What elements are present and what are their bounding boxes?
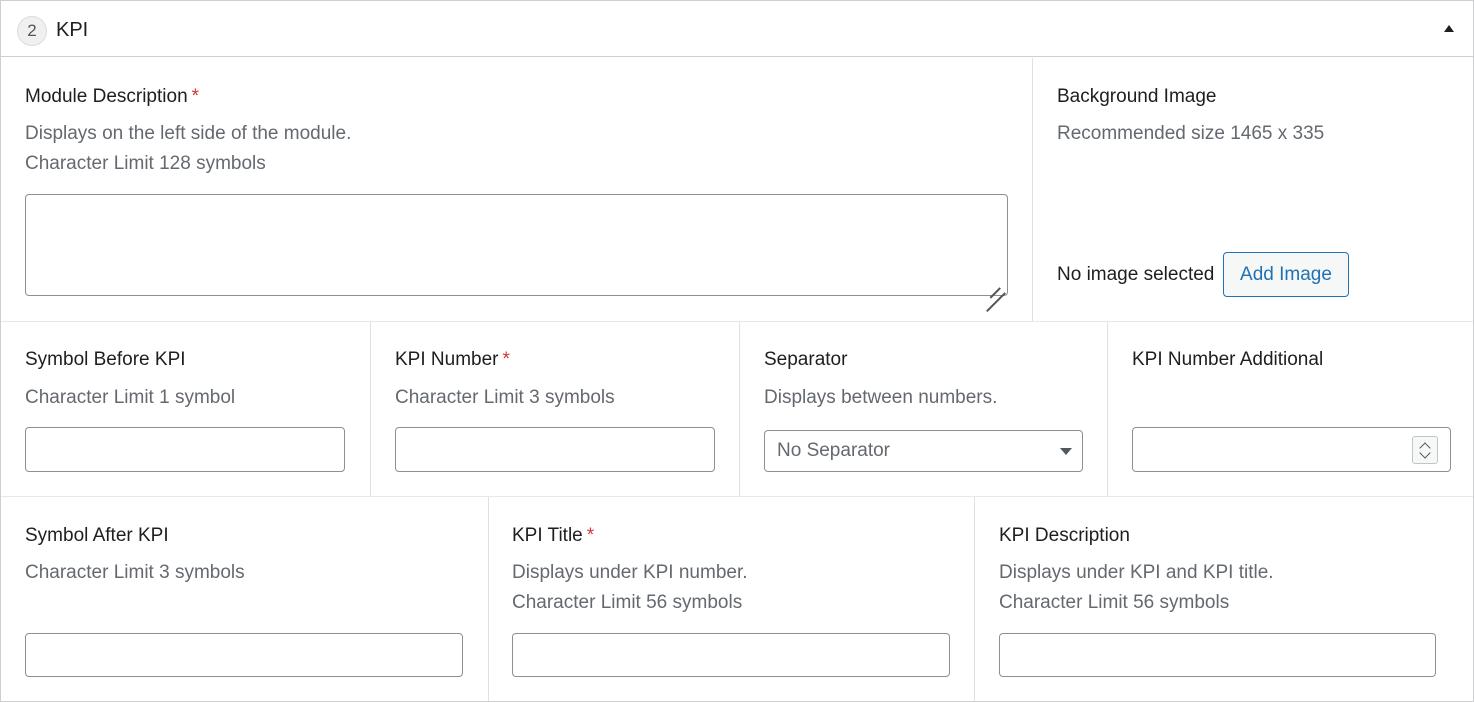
- background-image-label: Background Image: [1057, 86, 1217, 107]
- kpi-title-help-2: Character Limit 56 symbols: [512, 592, 743, 613]
- dropdown-arrow-icon: [1060, 448, 1072, 455]
- required-marker: *: [586, 525, 595, 546]
- add-image-button[interactable]: Add Image: [1223, 252, 1349, 297]
- number-spinner[interactable]: [1412, 436, 1438, 464]
- section-number-badge: 2: [17, 16, 47, 46]
- separator-select[interactable]: No Separator: [764, 430, 1083, 472]
- separator-selected-value: No Separator: [777, 440, 891, 461]
- separator-field: Separator Displays between numbers. No S…: [740, 322, 1107, 496]
- kpi-description-label: KPI Description: [999, 525, 1130, 546]
- module-description-label: Module Description *: [25, 85, 199, 109]
- required-marker: *: [191, 86, 200, 107]
- image-status-text: No image selected: [1057, 264, 1215, 285]
- kpi-title-help-1: Displays under KPI number.: [512, 562, 748, 583]
- module-description-label-text: Module Description: [25, 86, 188, 107]
- section-header[interactable]: 2 KPI: [1, 1, 1473, 57]
- kpi-number-label-text: KPI Number: [395, 349, 499, 370]
- background-image-help: Recommended size 1465 x 335: [1057, 123, 1325, 144]
- collapse-arrow-icon[interactable]: [1439, 19, 1459, 39]
- symbol-after-input[interactable]: [25, 633, 463, 677]
- kpi-number-additional-input[interactable]: [1132, 427, 1451, 472]
- module-description-help-2: Character Limit 128 symbols: [25, 153, 266, 174]
- separator-label: Separator: [764, 349, 848, 370]
- kpi-title-label-text: KPI Title: [512, 525, 583, 546]
- kpi-title-input[interactable]: [512, 633, 950, 677]
- kpi-description-help-1: Displays under KPI and KPI title.: [999, 562, 1274, 583]
- section-title: KPI: [56, 19, 89, 41]
- symbol-after-label: Symbol After KPI: [25, 525, 169, 546]
- kpi-title-label: KPI Title *: [512, 524, 594, 548]
- kpi-description-field: KPI Description Displays under KPI and K…: [975, 497, 1473, 701]
- symbol-after-field: Symbol After KPI Character Limit 3 symbo…: [1, 497, 488, 701]
- symbol-before-label: Symbol Before KPI: [25, 349, 186, 370]
- kpi-number-field: KPI Number * Character Limit 3 symbols: [371, 322, 739, 496]
- symbol-before-help: Character Limit 1 symbol: [25, 387, 236, 408]
- required-marker: *: [502, 349, 510, 370]
- background-image-field: Background Image Recommended size 1465 x…: [1033, 58, 1473, 321]
- symbol-before-field: Symbol Before KPI Character Limit 1 symb…: [1, 322, 370, 496]
- module-description-textarea[interactable]: [25, 194, 1008, 296]
- kpi-section-panel: 2 KPI Module Description * Displays on th…: [0, 0, 1474, 702]
- symbol-after-help: Character Limit 3 symbols: [25, 562, 245, 583]
- kpi-number-label: KPI Number *: [395, 348, 510, 372]
- kpi-number-input[interactable]: [395, 427, 715, 472]
- module-description-field: Module Description * Displays on the left…: [1, 58, 1032, 321]
- kpi-number-additional-field: KPI Number Additional: [1108, 322, 1473, 496]
- kpi-description-input[interactable]: [999, 633, 1436, 677]
- kpi-title-field: KPI Title * Displays under KPI number. Ch…: [489, 497, 974, 701]
- symbol-before-input[interactable]: [25, 427, 345, 472]
- kpi-description-help-2: Character Limit 56 symbols: [999, 592, 1230, 613]
- module-description-help-1: Displays on the left side of the module.: [25, 123, 352, 144]
- resize-handle-icon[interactable]: [983, 271, 1005, 293]
- kpi-number-additional-label: KPI Number Additional: [1132, 349, 1324, 370]
- separator-help: Displays between numbers.: [764, 387, 998, 408]
- kpi-number-help: Character Limit 3 symbols: [395, 387, 615, 408]
